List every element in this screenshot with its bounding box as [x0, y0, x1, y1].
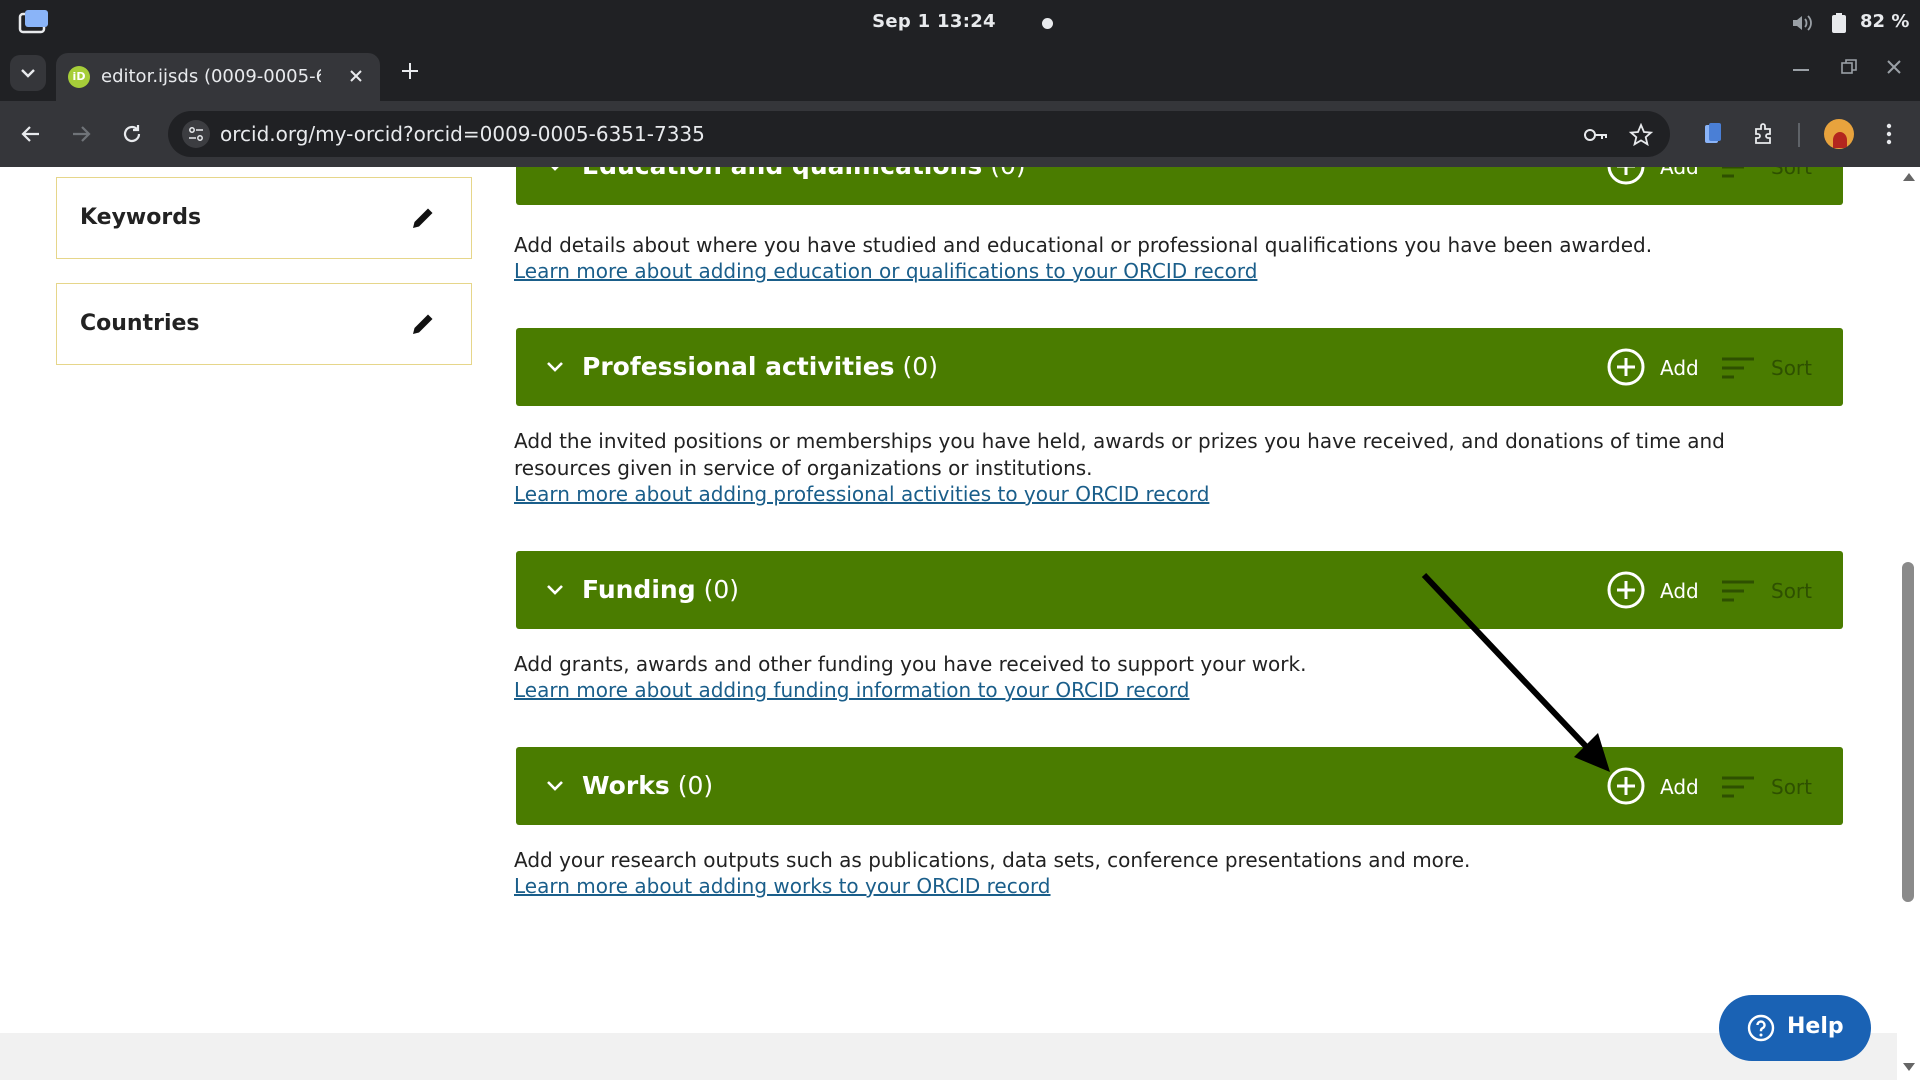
card-label: Countries	[80, 311, 200, 336]
section-title: Education and qualifications(0)	[582, 167, 1026, 180]
sort-button[interactable]: Sort	[1771, 579, 1812, 603]
system-bar: Sep 1 13:24 82 %	[0, 0, 1920, 45]
edit-pencil-icon[interactable]	[409, 310, 437, 338]
footer-band	[0, 1033, 1897, 1080]
battery-icon[interactable]	[1832, 13, 1846, 33]
add-circle-icon[interactable]	[1606, 167, 1646, 186]
restore-window-icon[interactable]	[1840, 58, 1858, 76]
tune-icon	[189, 127, 203, 141]
section-funding-header[interactable]: Funding (0) Add Sort	[516, 551, 1843, 629]
tab-title: editor.ijsds (0009-0005-6351-7335)	[101, 66, 321, 87]
scrollbar-thumb[interactable]	[1902, 562, 1914, 902]
sort-button[interactable]: Sort	[1771, 167, 1812, 179]
add-button[interactable]: Add	[1660, 579, 1699, 603]
learn-more-link[interactable]: Learn more about adding funding informat…	[514, 678, 1190, 702]
section-description: Add grants, awards and other funding you…	[514, 652, 1307, 676]
back-arrow-icon[interactable]	[18, 121, 44, 147]
learn-more-link[interactable]: Learn more about adding education or qua…	[514, 259, 1257, 283]
section-title: Works (0)	[582, 771, 714, 800]
orcid-favicon-icon: iD	[68, 66, 90, 88]
sort-icon	[1722, 580, 1754, 602]
page-scrollbar[interactable]	[1897, 167, 1920, 1080]
edit-pencil-icon[interactable]	[409, 204, 437, 232]
add-circle-icon[interactable]	[1606, 570, 1646, 610]
add-circle-icon[interactable]	[1606, 766, 1646, 806]
new-tab-plus-icon[interactable]	[398, 59, 422, 83]
chevron-down-icon[interactable]	[542, 167, 568, 179]
tab-strip: iD editor.ijsds (0009-0005-6351-7335)	[0, 45, 1920, 101]
address-bar[interactable]: orcid.org/my-orcid?orcid=0009-0005-6351-…	[168, 111, 1670, 157]
sort-icon	[1722, 776, 1754, 798]
section-education-header[interactable]: Education and qualifications(0) Add Sort	[516, 167, 1843, 205]
help-button[interactable]: Help	[1719, 995, 1871, 1061]
bookmark-star-icon[interactable]	[1628, 123, 1654, 147]
chevron-down-icon	[21, 69, 35, 78]
password-key-icon[interactable]	[1583, 123, 1609, 147]
countries-card: Countries	[56, 283, 472, 365]
sort-button[interactable]: Sort	[1771, 775, 1812, 799]
reload-icon[interactable]	[119, 121, 145, 147]
page-content: Keywords Countries Education and qualifi…	[0, 167, 1920, 1080]
sort-icon	[1722, 357, 1754, 379]
section-title: Funding (0)	[582, 575, 740, 604]
profile-avatar[interactable]	[1824, 119, 1854, 149]
tab-search-button[interactable]	[10, 55, 46, 91]
section-description: Add details about where you have studied…	[514, 233, 1653, 257]
help-label: Help	[1787, 1014, 1844, 1039]
add-button[interactable]: Add	[1660, 356, 1699, 380]
scroll-down-arrow-icon[interactable]	[1903, 1063, 1915, 1071]
sort-button[interactable]: Sort	[1771, 356, 1812, 380]
recording-dot-icon	[1042, 18, 1053, 29]
card-label: Keywords	[80, 205, 202, 230]
scroll-up-arrow-icon[interactable]	[1903, 173, 1915, 181]
minimize-icon[interactable]	[1793, 69, 1809, 71]
help-question-icon	[1747, 1014, 1775, 1042]
section-works-header[interactable]: Works (0) Add Sort	[516, 747, 1843, 825]
url-text[interactable]: orcid.org/my-orcid?orcid=0009-0005-6351-…	[220, 122, 705, 146]
learn-more-link[interactable]: Learn more about adding professional act…	[514, 482, 1209, 506]
sort-icon	[1722, 167, 1744, 178]
close-icon[interactable]	[345, 65, 367, 87]
toolbar-divider	[1798, 123, 1800, 147]
browser-toolbar: orcid.org/my-orcid?orcid=0009-0005-6351-…	[0, 101, 1920, 167]
more-menu-icon[interactable]	[1876, 121, 1902, 147]
clock[interactable]: Sep 1 13:24	[0, 11, 1920, 32]
section-title: Professional activities (0)	[582, 352, 938, 381]
extensions-puzzle-icon[interactable]	[1751, 121, 1777, 147]
chevron-down-icon[interactable]	[542, 577, 568, 603]
section-professional-activities-header[interactable]: Professional activities (0) Add Sort	[516, 328, 1843, 406]
tab-active[interactable]: iD editor.ijsds (0009-0005-6351-7335)	[56, 53, 380, 101]
volume-icon[interactable]	[1790, 12, 1814, 34]
add-button[interactable]: Add	[1660, 775, 1699, 799]
add-button[interactable]: Add	[1660, 167, 1699, 179]
site-info-button[interactable]	[182, 120, 210, 148]
add-circle-icon[interactable]	[1606, 347, 1646, 387]
section-description: Add the invited positions or memberships…	[514, 429, 1725, 480]
chevron-down-icon[interactable]	[542, 354, 568, 380]
forward-arrow-icon[interactable]	[68, 121, 94, 147]
keywords-card: Keywords	[56, 177, 472, 259]
battery-percent: 82 %	[1860, 11, 1910, 32]
section-description: Add your research outputs such as public…	[514, 848, 1471, 872]
chevron-down-icon[interactable]	[542, 773, 568, 799]
window-close-icon[interactable]	[1884, 57, 1904, 77]
learn-more-link[interactable]: Learn more about adding works to your OR…	[514, 874, 1051, 898]
extension-page-icon[interactable]	[1700, 121, 1726, 147]
